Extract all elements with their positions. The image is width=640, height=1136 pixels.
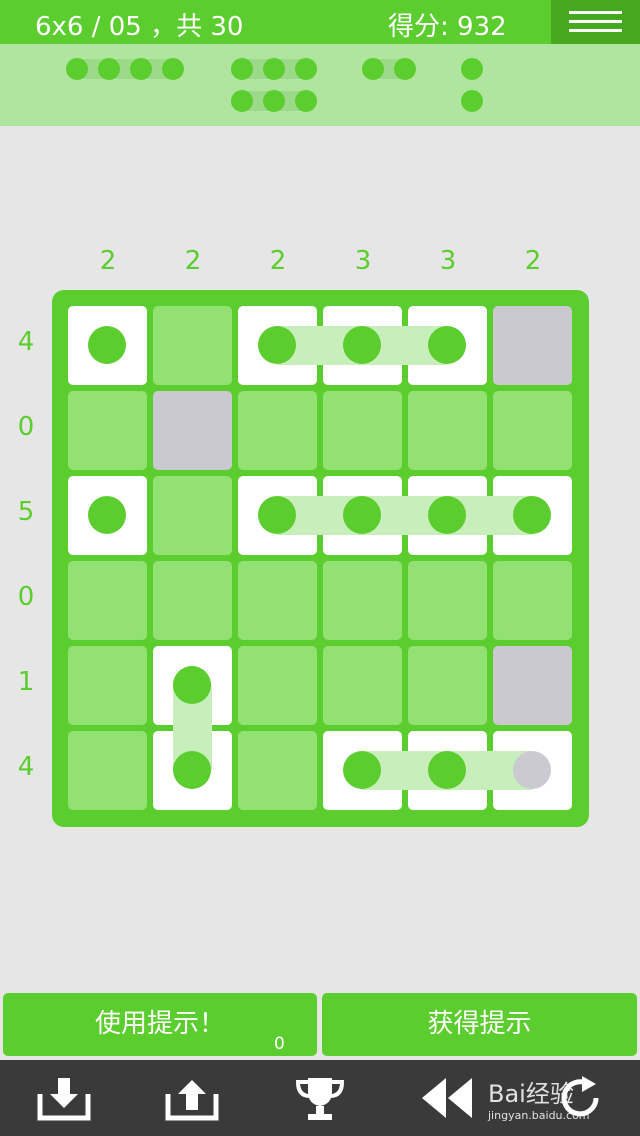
rock-cell[interactable]: [153, 391, 232, 470]
download-icon[interactable]: [36, 1074, 92, 1122]
water-cell[interactable]: [68, 391, 147, 470]
ship-segment: [343, 751, 381, 789]
water-cell[interactable]: [238, 561, 317, 640]
fleet-ship: [362, 58, 416, 80]
fleet-segment: [263, 58, 285, 80]
column-clue: 2: [99, 246, 117, 276]
water-cell[interactable]: [238, 391, 317, 470]
row-clue: 0: [17, 412, 35, 442]
water-cell[interactable]: [493, 561, 572, 640]
fleet-segment: [98, 58, 120, 80]
column-clue: 2: [524, 246, 542, 276]
fleet-ship: [231, 90, 317, 112]
watermark-text: Bai经验: [488, 1080, 574, 1108]
trophy-icon[interactable]: [292, 1074, 348, 1122]
fleet-segment: [66, 58, 88, 80]
hamburger-line: [569, 20, 622, 23]
column-clue: 3: [354, 246, 372, 276]
water-cell[interactable]: [323, 646, 402, 725]
hint-count: 0: [274, 1034, 285, 1054]
water-cell[interactable]: [408, 646, 487, 725]
row-clue: 0: [17, 582, 35, 612]
ship-segment: [513, 751, 551, 789]
hamburger-line: [569, 29, 622, 32]
fleet-segment: [461, 90, 483, 112]
fleet-segment: [295, 90, 317, 112]
water-cell[interactable]: [238, 646, 317, 725]
ship-segment: [173, 751, 211, 789]
water-cell[interactable]: [323, 391, 402, 470]
ship-segment: [343, 326, 381, 364]
row-clue: 4: [17, 327, 35, 357]
ship-segment: [513, 496, 551, 534]
fleet-segment: [295, 58, 317, 80]
fleet-ship: [66, 58, 184, 80]
watermark-url: jingyan.baidu.com: [488, 1109, 590, 1122]
water-cell[interactable]: [153, 476, 232, 555]
fleet-segment: [130, 58, 152, 80]
water-cell[interactable]: [408, 561, 487, 640]
column-clue: 3: [439, 246, 457, 276]
ship-segment: [88, 496, 126, 534]
bottom-toolbar: Bai经验 jingyan.baidu.com: [0, 1060, 640, 1136]
ship-segment: [173, 666, 211, 704]
fleet-ship: [231, 58, 317, 80]
column-clue: 2: [269, 246, 287, 276]
ship-segment: [343, 496, 381, 534]
water-cell[interactable]: [153, 306, 232, 385]
water-cell[interactable]: [68, 646, 147, 725]
score-display: 得分: 932: [388, 12, 507, 42]
get-hint-button[interactable]: 获得提示: [322, 993, 637, 1056]
game-board[interactable]: [52, 290, 589, 827]
ship-segment: [258, 496, 296, 534]
fleet-ship: [461, 58, 483, 80]
fleet-panel: [0, 44, 640, 126]
fleet-segment: [362, 58, 384, 80]
ship-segment: [428, 496, 466, 534]
ship-segment: [428, 326, 466, 364]
fleet-segment: [162, 58, 184, 80]
fleet-segment: [231, 90, 253, 112]
fleet-segment: [461, 58, 483, 80]
water-cell[interactable]: [153, 561, 232, 640]
row-clue: 4: [17, 752, 35, 782]
water-cell[interactable]: [68, 731, 147, 810]
top-bar: 6x6 / 05 ，共 30 得分: 932: [0, 0, 640, 44]
rewind-icon[interactable]: [418, 1074, 474, 1122]
menu-button[interactable]: [551, 0, 640, 44]
fleet-segment: [231, 58, 253, 80]
level-indicator: 6x6 / 05 ，共 30: [35, 12, 244, 42]
use-hint-button[interactable]: 使用提示！: [3, 993, 317, 1056]
water-cell[interactable]: [323, 561, 402, 640]
water-cell[interactable]: [238, 731, 317, 810]
fleet-ship: [461, 90, 483, 112]
ship-segment: [258, 326, 296, 364]
column-clue: 2: [184, 246, 202, 276]
ship-segment: [428, 751, 466, 789]
water-cell[interactable]: [408, 391, 487, 470]
upload-icon[interactable]: [164, 1074, 220, 1122]
ship-segment: [88, 326, 126, 364]
watermark: Bai经验 jingyan.baidu.com: [488, 1074, 638, 1124]
water-cell[interactable]: [493, 391, 572, 470]
rock-cell[interactable]: [493, 646, 572, 725]
row-clue: 5: [17, 497, 35, 527]
rock-cell[interactable]: [493, 306, 572, 385]
hamburger-icon: [569, 11, 622, 14]
row-clue: 1: [17, 667, 35, 697]
fleet-segment: [394, 58, 416, 80]
water-cell[interactable]: [68, 561, 147, 640]
fleet-segment: [263, 90, 285, 112]
